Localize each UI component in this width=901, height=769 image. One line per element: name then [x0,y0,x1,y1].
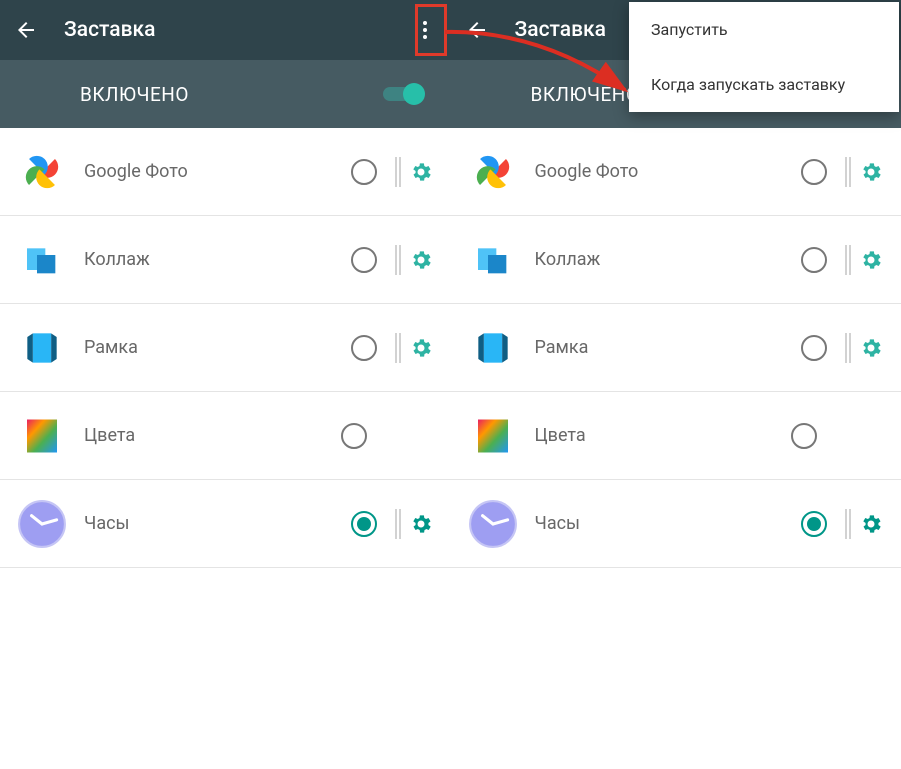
list-item-frame[interactable]: Рамка [0,304,451,392]
back-button[interactable] [14,18,38,42]
list-item-label: Коллаж [84,249,351,270]
settings-gear-collage[interactable] [859,248,883,272]
appbar-title: Заставка [64,18,413,42]
list-item-colors[interactable]: Цвета [451,392,901,480]
list-item-label: Цвета [535,425,792,446]
list-item-collage[interactable]: Коллаж [0,216,451,304]
overflow-menu-button[interactable] [413,21,437,39]
screen-right: Заставка ВКЛЮЧЕНО Google ФотоКоллажРамка… [451,0,901,769]
list-item-collage[interactable]: Коллаж [451,216,901,304]
settings-gear-google-photos[interactable] [859,160,883,184]
radio-frame[interactable] [801,335,827,361]
settings-gear-frame[interactable] [409,336,433,360]
appbar: Заставка [0,0,451,60]
arrow-back-icon [465,18,489,42]
list-item-clock[interactable]: Часы [0,480,451,568]
frame-icon [14,320,70,376]
list-item-clock[interactable]: Часы [451,480,901,568]
radio-google-photos[interactable] [351,159,377,185]
google-photos-icon [14,144,70,200]
settings-gear-google-photos[interactable] [409,160,433,184]
frame-icon [465,320,521,376]
list-item-frame[interactable]: Рамка [451,304,901,392]
arrow-back-icon [14,18,38,42]
list-item-label: Коллаж [535,249,802,270]
settings-gear-collage[interactable] [409,248,433,272]
google-photos-icon [465,144,521,200]
master-switch-row: ВКЛЮЧЕНО [0,60,451,128]
list-item-label: Рамка [535,337,802,358]
back-button[interactable] [465,18,489,42]
overflow-popup: Запустить Когда запускать заставку [629,2,899,112]
popup-item-when[interactable]: Когда запускать заставку [629,57,899,112]
daydream-list: Google Фото Коллаж Рамка Цвета Часы [0,128,451,769]
collage-icon [465,232,521,288]
screen-left: Заставка ВКЛЮЧЕНО Google Фото Коллаж Рамка… [0,0,451,769]
list-item-label: Часы [535,513,802,534]
list-item-label: Рамка [84,337,351,358]
daydream-list-right: Google Фото Коллаж Рамка Цвета Часы [451,128,901,769]
list-item-google-photos[interactable]: Google Фото [451,128,901,216]
clock-icon [465,496,521,552]
master-switch-label: ВКЛЮЧЕНО [80,83,383,106]
radio-google-photos[interactable] [801,159,827,185]
colors-icon [14,408,70,464]
radio-collage[interactable] [351,247,377,273]
settings-gear-frame[interactable] [859,336,883,360]
radio-clock[interactable] [351,511,377,537]
clock-icon [14,496,70,552]
collage-icon [14,232,70,288]
colors-icon [465,408,521,464]
settings-gear-clock[interactable] [409,512,433,536]
radio-frame[interactable] [351,335,377,361]
list-item-google-photos[interactable]: Google Фото [0,128,451,216]
settings-gear-clock[interactable] [859,512,883,536]
master-switch[interactable] [383,81,425,107]
radio-colors[interactable] [341,423,367,449]
radio-colors[interactable] [791,423,817,449]
radio-clock[interactable] [801,511,827,537]
radio-collage[interactable] [801,247,827,273]
list-item-label: Часы [84,513,351,534]
list-item-colors[interactable]: Цвета [0,392,451,480]
list-item-label: Google Фото [84,161,351,182]
list-item-label: Google Фото [535,161,802,182]
popup-item-start[interactable]: Запустить [629,2,899,57]
list-item-label: Цвета [84,425,341,446]
